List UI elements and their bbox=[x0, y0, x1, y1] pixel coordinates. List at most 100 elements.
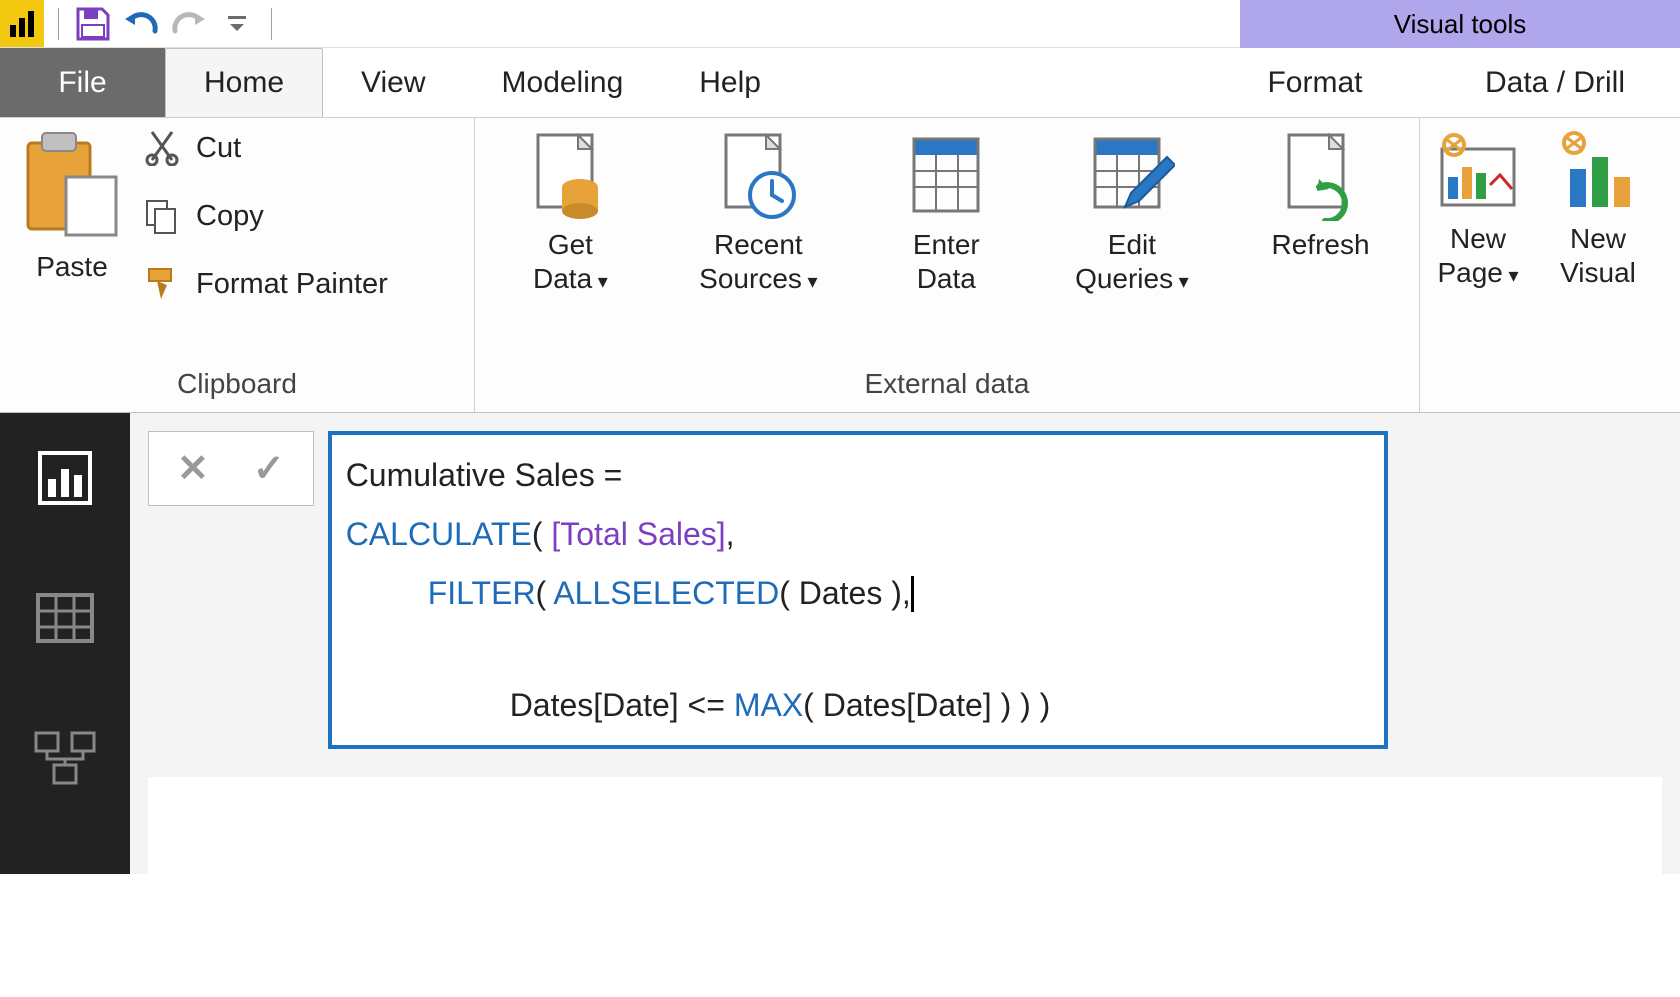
contextual-tab-group: Visual tools bbox=[1240, 0, 1680, 48]
copy-label: Copy bbox=[196, 200, 264, 233]
quick-access-toolbar: Visual tools bbox=[0, 0, 1680, 48]
customize-qat-button[interactable] bbox=[213, 0, 261, 48]
cut-label: Cut bbox=[196, 132, 241, 165]
formula-func-calculate: CALCULATE bbox=[346, 516, 532, 552]
work-area: ✕ ✓ Cumulative Sales = CALCULATE( [Total… bbox=[0, 413, 1680, 874]
copy-icon bbox=[142, 196, 182, 236]
paste-button[interactable]: Paste bbox=[12, 124, 132, 304]
external-data-group-label: External data bbox=[487, 362, 1407, 410]
recent-sources-label-2: Sources bbox=[699, 262, 817, 296]
new-page-button[interactable]: NewPage bbox=[1432, 124, 1524, 394]
tab-spacer bbox=[799, 48, 1200, 117]
ribbon-tabs: File Home View Modeling Help Format Data… bbox=[0, 48, 1680, 118]
formula-text: ( Dates ), bbox=[779, 575, 911, 611]
nav-model-view[interactable] bbox=[30, 723, 100, 793]
tab-modeling-label: Modeling bbox=[502, 66, 624, 100]
new-visual-label-1: New bbox=[1570, 222, 1626, 256]
tab-view-label: View bbox=[361, 66, 425, 100]
paste-icon bbox=[12, 124, 132, 244]
ribbon-group-clipboard: Paste Cut Copy bbox=[0, 118, 475, 412]
recent-sources-button[interactable]: RecentSources bbox=[699, 130, 817, 362]
tab-help-label: Help bbox=[699, 66, 761, 100]
tab-data-drill[interactable]: Data / Drill bbox=[1430, 48, 1680, 117]
formula-text: ( bbox=[536, 575, 554, 611]
ribbon-group-external-data: GetData RecentSources EnterData EditQuer… bbox=[475, 118, 1420, 412]
nav-rail bbox=[0, 413, 130, 874]
refresh-label: Refresh bbox=[1272, 228, 1370, 262]
format-painter-button[interactable]: Format Painter bbox=[142, 264, 388, 304]
save-button[interactable] bbox=[69, 0, 117, 48]
app-icon bbox=[0, 0, 44, 47]
formula-measure-ref: [Total Sales] bbox=[551, 516, 725, 552]
redo-button[interactable] bbox=[165, 0, 213, 48]
customize-icon bbox=[226, 13, 248, 35]
tab-file[interactable]: File bbox=[0, 48, 165, 117]
clipboard-group-label: Clipboard bbox=[12, 362, 462, 410]
tab-modeling[interactable]: Modeling bbox=[464, 48, 662, 117]
formula-editor[interactable]: Cumulative Sales = CALCULATE( [Total Sal… bbox=[328, 431, 1388, 749]
tab-file-label: File bbox=[58, 66, 106, 100]
recent-sources-icon bbox=[712, 130, 804, 222]
data-view-icon bbox=[36, 593, 94, 643]
edit-queries-label-1: Edit bbox=[1108, 228, 1156, 262]
contextual-tab-group-label: Visual tools bbox=[1394, 9, 1527, 40]
formula-func-filter: FILTER bbox=[428, 575, 536, 611]
contextual-tabs: Format Data / Drill bbox=[1200, 48, 1680, 117]
formula-text: , bbox=[726, 516, 735, 552]
nav-report-view[interactable] bbox=[30, 443, 100, 513]
report-canvas[interactable] bbox=[148, 777, 1662, 997]
enter-data-button[interactable]: EnterData bbox=[900, 130, 992, 362]
enter-data-label-1: Enter bbox=[913, 228, 980, 262]
cut-button[interactable]: Cut bbox=[142, 128, 388, 168]
formula-text: ( Dates[Date] ) ) ) bbox=[803, 687, 1050, 723]
new-page-label-2: Page bbox=[1437, 256, 1518, 290]
canvas: ✕ ✓ Cumulative Sales = CALCULATE( [Total… bbox=[130, 413, 1680, 874]
format-painter-label: Format Painter bbox=[196, 268, 388, 301]
tab-help[interactable]: Help bbox=[661, 48, 799, 117]
enter-data-label-2: Data bbox=[917, 262, 976, 296]
new-page-label-1: New bbox=[1450, 222, 1506, 256]
ribbon-group-insert: NewPage NewVisual bbox=[1420, 118, 1680, 412]
paste-label: Paste bbox=[36, 250, 108, 284]
get-data-label-2: Data bbox=[533, 262, 608, 296]
qat-buttons bbox=[44, 0, 282, 47]
edit-queries-label-2: Queries bbox=[1075, 262, 1189, 296]
formula-text: ( bbox=[532, 516, 552, 552]
recent-sources-label-1: Recent bbox=[714, 228, 803, 262]
ribbon-body: Paste Cut Copy bbox=[0, 118, 1680, 413]
edit-queries-button[interactable]: EditQueries bbox=[1075, 130, 1189, 362]
tab-home-label: Home bbox=[204, 66, 284, 100]
copy-button[interactable]: Copy bbox=[142, 196, 388, 236]
refresh-button[interactable]: Refresh bbox=[1272, 130, 1370, 362]
get-data-button[interactable]: GetData bbox=[524, 130, 616, 362]
tab-view[interactable]: View bbox=[323, 48, 463, 117]
separator bbox=[271, 8, 272, 40]
undo-button[interactable] bbox=[117, 0, 165, 48]
new-visual-button[interactable]: NewVisual bbox=[1552, 124, 1644, 394]
save-icon bbox=[76, 7, 110, 41]
tab-format[interactable]: Format bbox=[1200, 48, 1430, 117]
enter-data-icon bbox=[900, 130, 992, 222]
formula-cancel-button[interactable]: ✕ bbox=[177, 446, 209, 491]
tab-home[interactable]: Home bbox=[165, 48, 323, 117]
model-view-icon bbox=[34, 731, 96, 785]
cut-icon bbox=[142, 128, 182, 168]
formula-text: Dates[Date] <= bbox=[510, 687, 734, 723]
formula-func-allselected: ALLSELECTED bbox=[553, 575, 779, 611]
text-caret bbox=[911, 576, 914, 612]
formula-bar: ✕ ✓ Cumulative Sales = CALCULATE( [Total… bbox=[148, 431, 1680, 749]
tab-format-label: Format bbox=[1267, 66, 1362, 100]
redo-icon bbox=[169, 9, 209, 39]
new-visual-label-2: Visual bbox=[1560, 256, 1636, 290]
separator bbox=[58, 8, 59, 40]
formula-commit-button[interactable]: ✓ bbox=[253, 446, 285, 491]
get-data-label-1: Get bbox=[548, 228, 593, 262]
refresh-icon bbox=[1275, 130, 1367, 222]
undo-icon bbox=[121, 9, 161, 39]
new-page-icon bbox=[1432, 124, 1524, 216]
formula-confirm-box: ✕ ✓ bbox=[148, 431, 314, 506]
powerbi-logo-icon bbox=[10, 11, 34, 37]
nav-data-view[interactable] bbox=[30, 583, 100, 653]
formula-func-max: MAX bbox=[734, 687, 803, 723]
formula-text: Cumulative Sales = bbox=[346, 457, 631, 493]
